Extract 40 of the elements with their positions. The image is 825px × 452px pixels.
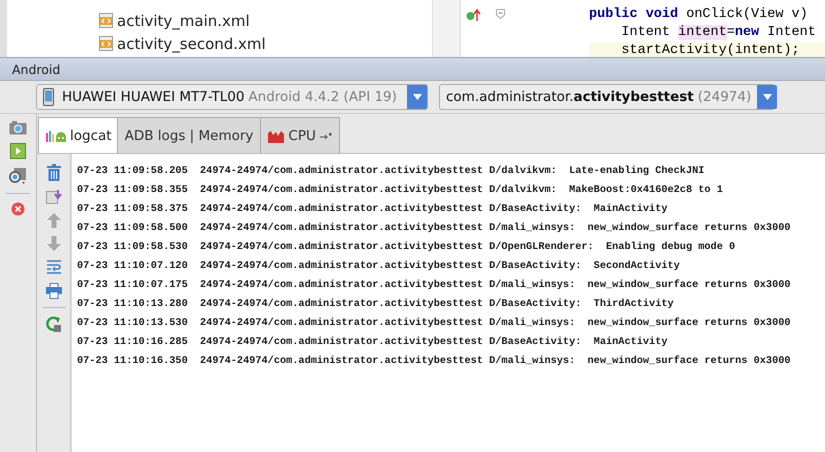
fold-marker-icon[interactable] bbox=[496, 9, 504, 19]
log-line: 07-23 11:10:13.530 24974-24974/com.administrator.activitybesttest D/mali_winsys: new_window_surface returns 0x3000 bbox=[77, 316, 792, 331]
print-icon[interactable] bbox=[46, 283, 62, 299]
screen-search-icon[interactable] bbox=[8, 167, 28, 185]
override-marker-icon[interactable] bbox=[466, 9, 482, 21]
play-icon[interactable] bbox=[10, 143, 26, 159]
device-dropdown[interactable]: HUAWEI HUAWEI MT7-TL00 Android 4.4.2 (API 19) bbox=[36, 84, 428, 110]
tree-item[interactable]: activity_main.xml bbox=[99, 9, 432, 32]
stop-icon[interactable] bbox=[11, 202, 25, 216]
log-line: 07-23 11:09:58.530 24974-24974/com.administrator.activitybesttest D/OpenGLRenderer: Enabling debug mode 0 bbox=[77, 240, 736, 255]
import-icon[interactable] bbox=[46, 189, 62, 205]
tab[interactable]: CPU bbox=[260, 117, 340, 153]
tree-item[interactable]: activity_second.xml bbox=[99, 32, 432, 55]
log-line: 07-23 11:09:58.500 24974-24974/com.administrator.activitybesttest D/mali_winsys: new_window_surface returns 0x3000 bbox=[77, 221, 792, 236]
log-line: 07-23 11:10:13.280 24974-24974/com.administrator.activitybesttest D/BaseActivity: ThirdActivity bbox=[77, 297, 675, 312]
tool-window-title: Android bbox=[12, 62, 60, 76]
code-line: public void onClick(View v) bbox=[589, 6, 809, 24]
camera-icon[interactable] bbox=[9, 120, 27, 135]
log-line: 07-23 11:10:16.350 24974-24974/com.administrator.activitybesttest D/mali_winsys: new_window_surface returns 0x3000 bbox=[77, 354, 792, 369]
logcat-icon bbox=[46, 130, 66, 142]
trash-icon[interactable] bbox=[46, 164, 62, 181]
wrap-lines-icon[interactable] bbox=[46, 259, 62, 275]
process-dropdown[interactable]: com.administrator.activitybesttest (24974) bbox=[439, 84, 775, 110]
log-line: 07-23 11:09:58.375 24974-24974/com.administrator.activitybesttest D/BaseActivity: MainActivity bbox=[77, 202, 668, 217]
log-line: 07-23 11:09:58.355 24974-24974/com.administrator.activitybesttest D/dalvikvm: MakeBoost:0x4160e2c8 to 1 bbox=[77, 183, 724, 198]
cpu-graph-icon bbox=[268, 128, 284, 142]
phone-icon bbox=[43, 88, 54, 106]
caret-icon bbox=[412, 94, 422, 100]
log-line: 07-23 11:09:58.205 24974-24974/com.administrator.activitybesttest D/dalvikvm: Late-enabling CheckJNI bbox=[77, 164, 706, 179]
code-line: Intent intent=new Intent bbox=[620, 24, 817, 42]
restart-icon[interactable] bbox=[46, 316, 62, 332]
log-line: 07-23 11:10:07.120 24974-24974/com.administrator.activitybesttest D/BaseActivity: SecondActivity bbox=[77, 259, 681, 274]
tab[interactable]: logcat bbox=[38, 117, 118, 153]
log-line: 07-23 11:10:07.175 24974-24974/com.administrator.activitybesttest D/mali_winsys: new_window_surface returns 0x3000 bbox=[77, 278, 792, 293]
tab[interactable]: ADB logs | Memory bbox=[116, 117, 262, 153]
xml-file-icon bbox=[99, 36, 113, 51]
caret-icon bbox=[762, 94, 772, 100]
pin-icon[interactable] bbox=[320, 132, 332, 140]
log-line: 07-23 11:10:16.285 24974-24974/com.administrator.activitybesttest D/BaseActivity: MainActivity bbox=[77, 335, 668, 350]
xml-file-icon bbox=[99, 13, 113, 28]
